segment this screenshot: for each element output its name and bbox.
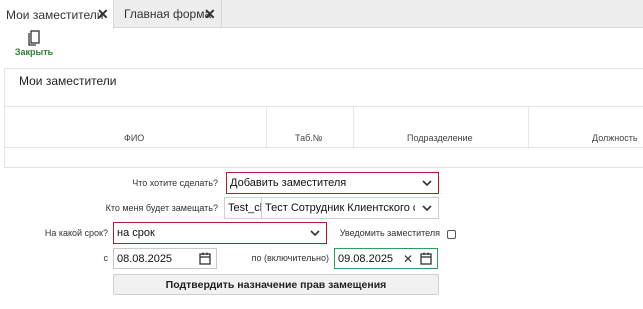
tab-label: Главная форма (124, 7, 212, 21)
action-select-value: Добавить заместителя (230, 177, 347, 189)
to-date-value: 09.08.2025 (338, 252, 394, 265)
to-date-field[interactable]: 09.08.2025 ✕ (334, 248, 438, 269)
close-document-icon (14, 30, 54, 46)
confirm-button[interactable]: Подтвердить назначение прав замещения (113, 274, 439, 295)
column-header-tab-number[interactable]: Таб.№ (267, 107, 354, 149)
clear-icon[interactable]: ✕ (403, 252, 413, 266)
substitute-tab-number: Test_cl (228, 202, 262, 214)
close-icon[interactable]: ✕ (204, 6, 216, 23)
chevron-down-icon (422, 205, 432, 212)
tab-bar: Мои заместители ✕ Главная форма ✕ (0, 0, 643, 29)
from-label: с (103, 253, 109, 263)
substitute-label: Кто меня будет замещать? (105, 203, 218, 213)
panel-title: Мои заместители (19, 74, 117, 88)
period-select[interactable]: на срок (113, 222, 327, 244)
from-date-value: 08.08.2025 (117, 252, 173, 265)
column-header-position[interactable]: Должность (529, 107, 643, 149)
substitutes-panel: Мои заместители ФИО Таб.№ Подразделение … (4, 68, 643, 168)
column-header-fio[interactable]: ФИО (5, 107, 267, 149)
substitute-name: Тест Сотрудник Клиентского се (265, 202, 415, 214)
column-header-department[interactable]: Подразделение (354, 107, 529, 149)
period-select-value: на срок (117, 227, 155, 239)
calendar-icon[interactable] (420, 252, 432, 265)
grid-header: ФИО Таб.№ Подразделение Должность (5, 106, 643, 149)
chevron-down-icon (310, 230, 320, 237)
close-button[interactable]: Закрыть (14, 30, 54, 62)
substitute-select[interactable]: Test_cl Тест Сотрудник Клиентского се (224, 197, 439, 219)
close-button-label: Закрыть (14, 47, 54, 57)
from-date-field[interactable]: 08.08.2025 (113, 248, 217, 269)
period-label: На какой срок? (44, 228, 108, 238)
action-label: Что хотите сделать? (132, 178, 218, 188)
calendar-icon[interactable] (199, 252, 211, 265)
notify-checkbox[interactable] (447, 230, 456, 239)
tab-my-substitutes[interactable]: Мои заместители ✕ (0, 0, 114, 29)
close-icon[interactable]: ✕ (97, 6, 109, 23)
chevron-down-icon (422, 180, 432, 187)
notify-label: Уведомить заместителя (339, 228, 440, 238)
to-label: по (включительно) (251, 253, 329, 263)
action-select[interactable]: Добавить заместителя (226, 172, 439, 194)
tab-label: Мои заместители (6, 7, 104, 22)
tab-main-form[interactable]: Главная форма ✕ (116, 0, 222, 28)
